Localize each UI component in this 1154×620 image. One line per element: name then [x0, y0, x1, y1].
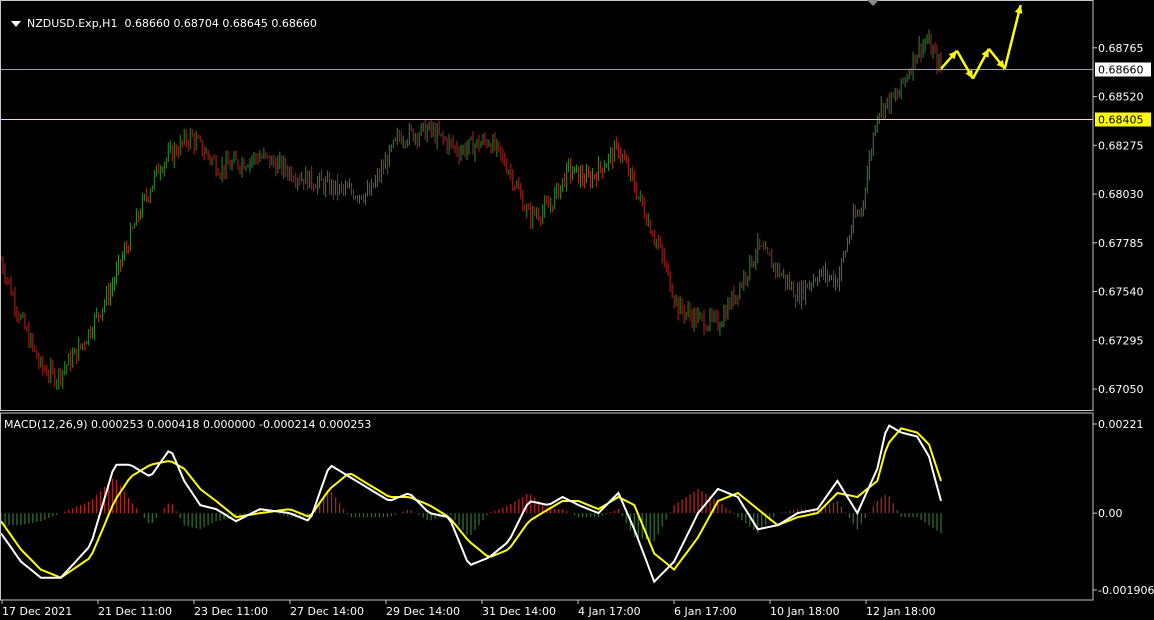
macd-main-line [0, 424, 942, 584]
macd-signal-line [0, 427, 942, 579]
macd-pane-frame [0, 412, 1094, 601]
axes: 0.68765 0.68520 0.68275 0.68030 0.67785 0.675… [0, 0, 1154, 618]
time-tick-label: 10 Jan 18:00 [770, 605, 840, 618]
ohlc-values: 0.68660 0.68704 0.68645 0.68660 [124, 17, 317, 30]
price-chart-header: NZDUSD.Exp,H1 0.68660 0.68704 0.68645 0.… [4, 4, 317, 30]
macd-tick-label: 0.00221 [1098, 418, 1144, 431]
macd-tick-label: -0.001906 [1098, 584, 1154, 597]
candlestick-series [0, 29, 942, 390]
price-tick-label: 0.68275 [1098, 139, 1144, 152]
time-tick-label: 6 Jan 17:00 [674, 605, 737, 618]
price-tick-label: 0.67785 [1098, 237, 1144, 250]
shift-marker-icon [867, 0, 879, 6]
price-tick-label: 0.67295 [1098, 334, 1144, 347]
time-tick-label: 31 Dec 14:00 [482, 605, 556, 618]
price-tick-label: 0.67050 [1098, 383, 1144, 396]
time-tick-label: 29 Dec 14:00 [386, 605, 460, 618]
level-price-label: 0.68405 [1098, 114, 1144, 127]
level-price-label: 0.68660 [1098, 64, 1144, 77]
time-tick-label: 21 Dec 11:00 [98, 605, 172, 618]
time-tick-label: 27 Dec 14:00 [290, 605, 364, 618]
price-tick-label: 0.68765 [1098, 42, 1144, 55]
time-tick-label: 17 Dec 2021 [2, 605, 72, 618]
horizontal-levels: 0.68660 0.68405 [0, 62, 1151, 127]
forecast-arrows [940, 4, 1023, 80]
time-tick-label: 12 Jan 18:00 [866, 605, 936, 618]
price-tick-label: 0.68030 [1098, 188, 1144, 201]
time-tick-label: 4 Jan 17:00 [578, 605, 641, 618]
collapse-triangle-icon[interactable] [11, 21, 21, 27]
price-tick-label: 0.67540 [1098, 286, 1144, 299]
forecast-segment [1003, 4, 1022, 69]
macd-indicator [0, 424, 942, 584]
symbol-label: NZDUSD.Exp,H1 [27, 17, 118, 30]
macd-header: MACD(12,26,9) 0.000253 0.000418 0.000000… [4, 418, 372, 431]
macd-tick-label: 0.00 [1098, 507, 1123, 520]
time-tick-label: 23 Dec 11:00 [194, 605, 268, 618]
price-chart[interactable]: 0.686600.68405 0.687650.685200.682750.68… [0, 0, 1154, 620]
price-tick-label: 0.68520 [1098, 91, 1144, 104]
price-pane-frame [0, 0, 1094, 411]
